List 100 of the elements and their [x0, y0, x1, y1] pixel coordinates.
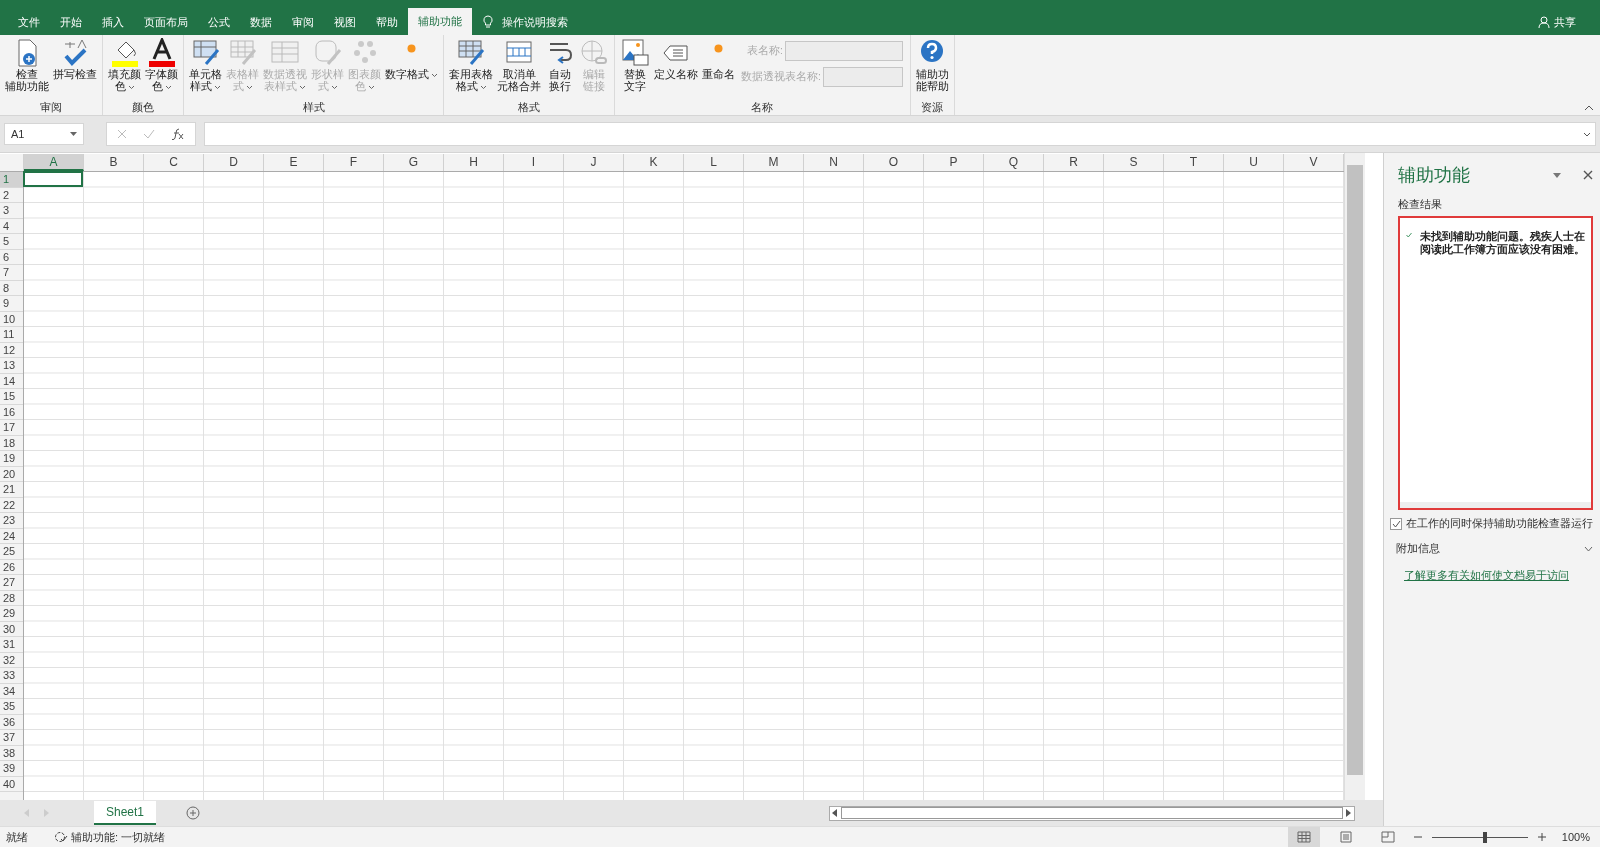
- row-header[interactable]: 30: [0, 621, 23, 637]
- ribbon-tab[interactable]: 审阅: [282, 9, 324, 35]
- enter-icon[interactable]: [143, 129, 155, 139]
- ribbon-button[interactable]: 定义名称: [652, 37, 700, 81]
- column-header[interactable]: J: [564, 154, 624, 171]
- row-header[interactable]: 33: [0, 668, 23, 684]
- row-header[interactable]: 19: [0, 451, 23, 467]
- row-header[interactable]: 25: [0, 544, 23, 560]
- row-header[interactable]: 8: [0, 280, 23, 296]
- cancel-icon[interactable]: [117, 129, 127, 139]
- column-header[interactable]: C: [144, 154, 204, 171]
- row-header[interactable]: 10: [0, 311, 23, 327]
- sheet-tab[interactable]: Sheet1: [94, 801, 157, 825]
- ribbon-button[interactable]: 单元格 样式: [187, 37, 224, 93]
- ribbon-button[interactable]: 拼写检查: [51, 37, 99, 81]
- column-header[interactable]: L: [684, 154, 744, 171]
- vertical-scrollbar[interactable]: [1344, 153, 1365, 800]
- row-header[interactable]: 31: [0, 637, 23, 653]
- ribbon-tab[interactable]: 帮助: [366, 9, 408, 35]
- ribbon-tab[interactable]: 页面布局: [134, 9, 198, 35]
- column-header[interactable]: K: [624, 154, 684, 171]
- ribbon-button[interactable]: 数字格式: [383, 37, 440, 81]
- column-header[interactable]: B: [84, 154, 144, 171]
- row-header[interactable]: 7: [0, 265, 23, 281]
- row-header[interactable]: 4: [0, 218, 23, 234]
- ribbon-button[interactable]: 填充颜 色: [106, 37, 143, 93]
- column-header[interactable]: F: [324, 154, 384, 171]
- row-header[interactable]: 11: [0, 327, 23, 343]
- column-header[interactable]: S: [1104, 154, 1164, 171]
- row-header[interactable]: 18: [0, 435, 23, 451]
- row-header[interactable]: 34: [0, 683, 23, 699]
- more-info-expander[interactable]: 附加信息: [1396, 541, 1593, 556]
- row-header[interactable]: 36: [0, 714, 23, 730]
- ribbon-tab[interactable]: 公式: [198, 9, 240, 35]
- search-field[interactable]: 操作说明搜索: [500, 15, 614, 29]
- horizontal-scrollbar[interactable]: [829, 805, 1355, 821]
- zoom-in-icon[interactable]: [1537, 833, 1546, 841]
- row-header[interactable]: 27: [0, 575, 23, 591]
- expand-icon[interactable]: [1583, 131, 1591, 137]
- ribbon-tab[interactable]: 插入: [92, 9, 134, 35]
- column-header[interactable]: H: [444, 154, 504, 171]
- close-icon[interactable]: [1583, 170, 1593, 180]
- ribbon-button[interactable]: 替换 文字: [618, 37, 652, 93]
- column-header[interactable]: T: [1164, 154, 1224, 171]
- column-header[interactable]: Q: [984, 154, 1044, 171]
- accessibility-status[interactable]: 辅助功能: 一切就绪: [54, 829, 166, 845]
- ribbon-button[interactable]: 套用表格 格式: [447, 37, 495, 93]
- zoom-out-icon[interactable]: [1413, 833, 1422, 841]
- row-header[interactable]: 9: [0, 296, 23, 312]
- function-icon[interactable]: [171, 128, 185, 140]
- column-header[interactable]: P: [924, 154, 984, 171]
- row-header[interactable]: 28: [0, 590, 23, 606]
- normal-view-icon[interactable]: [1287, 827, 1320, 847]
- row-header[interactable]: 2: [0, 187, 23, 203]
- row-header[interactable]: 26: [0, 559, 23, 575]
- name-box[interactable]: A1: [4, 123, 84, 145]
- add-sheet-icon[interactable]: [186, 806, 201, 820]
- row-header[interactable]: 24: [0, 528, 23, 544]
- row-header[interactable]: 3: [0, 203, 23, 219]
- row-header[interactable]: 23: [0, 513, 23, 529]
- row-header[interactable]: 6: [0, 249, 23, 265]
- ribbon-button[interactable]: 字体颜 色: [143, 37, 180, 93]
- ribbon-button[interactable]: 检查 辅助功能: [3, 37, 51, 93]
- row-header[interactable]: 14: [0, 373, 23, 389]
- row-header[interactable]: 1: [0, 172, 23, 188]
- scroll-right-icon[interactable]: [1346, 809, 1352, 817]
- help-link[interactable]: 了解更多有关如何使文档易于访问: [1404, 568, 1593, 583]
- ribbon-button[interactable]: 辅助功 能帮助: [913, 37, 951, 93]
- column-header[interactable]: D: [204, 154, 264, 171]
- row-header[interactable]: 16: [0, 404, 23, 420]
- zoom-thumb[interactable]: [1482, 831, 1487, 843]
- row-header[interactable]: 37: [0, 730, 23, 746]
- row-header[interactable]: 29: [0, 606, 23, 622]
- row-header[interactable]: 12: [0, 342, 23, 358]
- checkbox[interactable]: [1390, 517, 1402, 530]
- column-header[interactable]: A: [24, 154, 84, 171]
- row-header[interactable]: 40: [0, 776, 23, 792]
- ribbon-button[interactable]: 重命名: [700, 37, 737, 81]
- row-header[interactable]: 32: [0, 652, 23, 668]
- formula-input-field[interactable]: [204, 122, 1596, 146]
- column-header[interactable]: M: [744, 154, 804, 171]
- row-header[interactable]: 22: [0, 497, 23, 513]
- column-header[interactable]: G: [384, 154, 444, 171]
- column-header[interactable]: R: [1044, 154, 1104, 171]
- cell-grid[interactable]: [24, 172, 1344, 800]
- column-header[interactable]: N: [804, 154, 864, 171]
- ribbon-button[interactable]: 取消单 元格合并: [495, 37, 543, 93]
- column-header[interactable]: I: [504, 154, 564, 171]
- pane-options-icon[interactable]: [1553, 172, 1561, 178]
- row-header[interactable]: 35: [0, 699, 23, 715]
- row-header[interactable]: 20: [0, 466, 23, 482]
- row-header[interactable]: 38: [0, 745, 23, 761]
- ribbon-tab[interactable]: 文件: [8, 9, 50, 35]
- row-header[interactable]: 13: [0, 358, 23, 374]
- row-header[interactable]: 17: [0, 420, 23, 436]
- row-header[interactable]: 21: [0, 482, 23, 498]
- row-header[interactable]: 15: [0, 389, 23, 405]
- ribbon-tab[interactable]: 数据: [240, 9, 282, 35]
- scroll-left-icon[interactable]: [832, 809, 838, 817]
- zoom-level[interactable]: 100%: [1561, 831, 1590, 843]
